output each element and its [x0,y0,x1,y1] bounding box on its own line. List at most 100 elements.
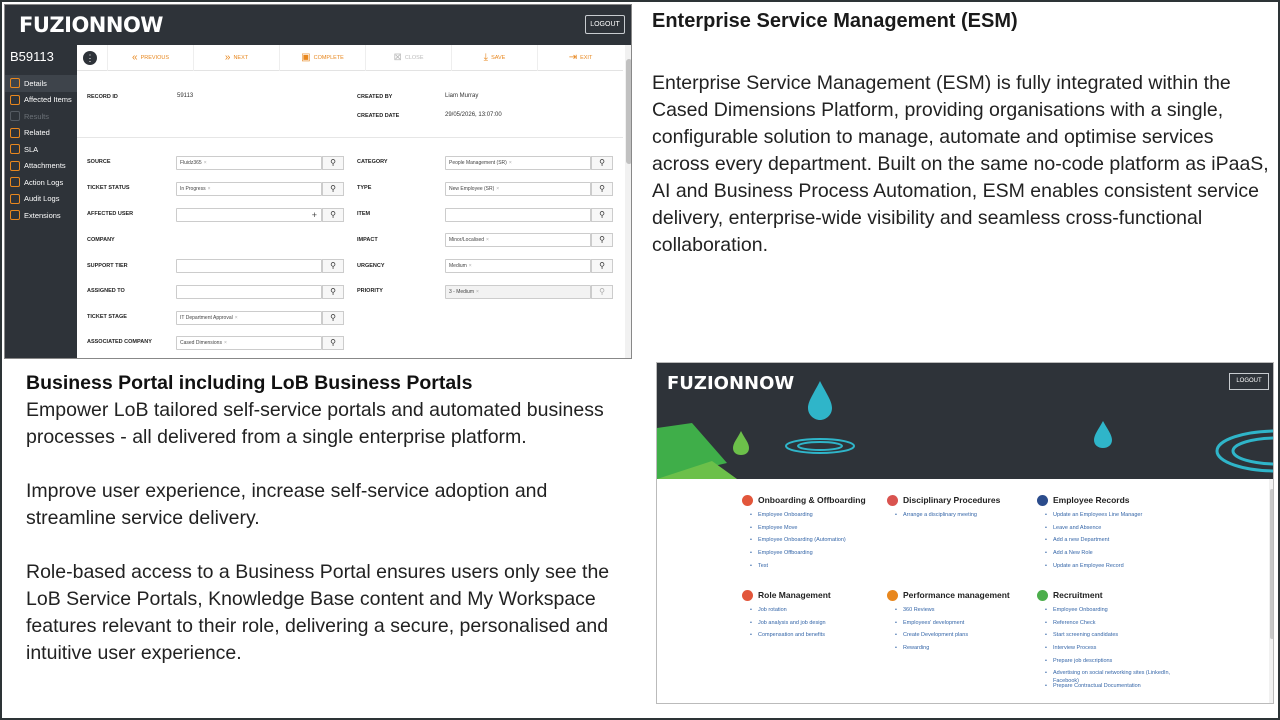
add-icon[interactable]: + [312,210,317,220]
category-link[interactable]: Employee Onboarding [1037,606,1187,619]
category-link[interactable]: Add a New Role [1037,549,1187,562]
type-field[interactable]: New Employee (SR) × [445,182,591,196]
category-link[interactable]: Leave and Absence [1037,524,1187,537]
scrollbar[interactable] [625,45,631,358]
created-by-label: CREATED BY [357,94,393,100]
business-portal-window: FUZIONNOW LOGOUT Onboarding & Offboardin… [656,362,1274,704]
sidebar-item-extensions[interactable]: Extensions [5,207,77,224]
source-search-button[interactable]: ⚲ [322,156,344,170]
sidebar-item-affected-items[interactable]: Affected Items [5,92,77,109]
category-links: Employee OnboardingEmployee MoveEmployee… [742,511,892,574]
category-link[interactable]: Rewarding [887,644,1037,657]
sidebar-item-attachments[interactable]: Attachments [5,158,77,175]
created-date-value: 29/05/2026, 13:07:00 [445,112,502,118]
portal-scrollbar[interactable] [1269,479,1273,703]
action-logs-icon [10,177,20,188]
category-link[interactable]: Reference Check [1037,619,1187,632]
logout-button[interactable]: LOGOUT [585,15,625,34]
affected-user-search-button[interactable]: ⚲ [322,208,344,222]
category-links: 360 ReviewsEmployees' developmentCreate … [887,606,1037,657]
sidebar-item-sla[interactable]: SLA [5,141,77,158]
support-tier-field[interactable] [176,259,322,273]
source-field[interactable]: Fluidz365 × [176,156,322,170]
sidebar-item-label: Details [24,78,47,88]
support-tier-search-button[interactable]: ⚲ [322,259,344,273]
category-link[interactable]: Interview Process [1037,644,1187,657]
urgency-search-button[interactable]: ⚲ [591,259,613,273]
category-link[interactable]: Start screening candidates [1037,631,1187,644]
ticket-stage-field[interactable]: IT Department Approval × [176,311,322,325]
ticket-stage-label: TICKET STAGE [87,314,127,320]
next-button[interactable]: » NEXT [193,44,279,71]
associated-company-field[interactable]: Cased Dimensions × [176,336,322,350]
category-link[interactable]: Job rotation [742,606,892,619]
ticket-status-field[interactable]: In Progress × [176,182,322,196]
sidebar-item-action-logs[interactable]: Action Logs [5,174,77,191]
category-title[interactable]: Disciplinary Procedures [887,493,1037,507]
category-link[interactable]: Job analysis and job design [742,619,892,632]
category-link[interactable]: Prepare job descriptions [1037,657,1187,670]
sidebar-item-results[interactable]: Results [5,108,77,125]
ticket-stage-search-button[interactable]: ⚲ [322,311,344,325]
category-title[interactable]: Recruitment [1037,588,1187,602]
category-link[interactable]: Advertising on social networking sites (… [1037,669,1187,684]
category-link[interactable]: Update an Employee Record [1037,562,1187,575]
portal-logout-button[interactable]: LOGOUT [1229,373,1269,390]
exit-button[interactable]: ⇥ EXIT [537,44,623,71]
close-button[interactable]: ⊠ CLOSE [365,44,451,71]
role-management-icon [742,589,753,601]
associated-company-search-button[interactable]: ⚲ [322,336,344,350]
item-search-button[interactable]: ⚲ [591,208,613,222]
audit-logs-icon [10,193,20,204]
impact-search-button[interactable]: ⚲ [591,233,613,247]
category-field[interactable]: People Management (SR) × [445,156,591,170]
category-title[interactable]: Employee Records [1037,493,1187,507]
download-icon: ⤓ [483,52,489,63]
affected-user-field[interactable]: + [176,208,322,222]
sidebar-item-details[interactable]: Details [5,75,77,92]
category-link[interactable]: Employee Move [742,524,892,537]
category-title[interactable]: Role Management [742,588,892,602]
priority-field[interactable]: 3 - Medium × [445,285,591,299]
record-id-label: RECORD ID [87,94,118,100]
assigned-to-field[interactable] [176,285,322,299]
priority-search-button[interactable]: ⚲ [591,285,613,299]
previous-button[interactable]: «PREVIOUS [107,44,193,71]
sidebar-item-audit-logs[interactable]: Audit Logs [5,191,77,208]
category-title[interactable]: Onboarding & Offboarding [742,493,892,507]
assigned-to-search-button[interactable]: ⚲ [322,285,344,299]
urgency-field[interactable]: Medium × [445,259,591,273]
save-button[interactable]: ⤓ SAVE [451,44,537,71]
category-link[interactable]: Add a new Department [1037,536,1187,549]
ticket-status-search-button[interactable]: ⚲ [322,182,344,196]
category-link[interactable]: Test [742,562,892,575]
item-label: ITEM [357,211,371,217]
category-link[interactable]: Create Development plans [887,631,1037,644]
category-link[interactable]: Update an Employees Line Manager [1037,511,1187,524]
portal-fuzionnow-logo: FUZIONNOW [667,373,795,394]
category-link[interactable]: Employee Offboarding [742,549,892,562]
created-by-value: Liam Murray [445,93,479,99]
impact-field[interactable]: Minor/Localised × [445,233,591,247]
category-link[interactable]: Employees' development [887,619,1037,632]
category-link[interactable]: Employee Onboarding (Automation) [742,536,892,549]
category-link[interactable]: Employee Onboarding [742,511,892,524]
fuzionnow-logo: FUZIONNOW [19,13,163,37]
sidebar-item-related[interactable]: Related [5,125,77,142]
category-link[interactable]: Prepare Contractual Documentation [1037,682,1187,695]
toolbar: ⋮ «PREVIOUS » NEXT ▣ COMPLETE ⊠ CLOSE ⤓ SAVE… [77,44,623,71]
type-search-button[interactable]: ⚲ [591,182,613,196]
scroll-thumb[interactable] [626,59,631,164]
category-link[interactable]: Arrange a disciplinary meeting [887,511,1037,524]
more-options-button[interactable]: ⋮ [83,50,97,65]
portal-scroll-thumb[interactable] [1270,489,1273,639]
category-search-button[interactable]: ⚲ [591,156,613,170]
recruitment-icon [1037,589,1048,601]
category-link[interactable]: 360 Reviews [887,606,1037,619]
item-field[interactable] [445,208,591,222]
results-icon [10,111,20,122]
complete-button[interactable]: ▣ COMPLETE [279,44,365,71]
category-link[interactable]: Compensation and benefits [742,631,892,644]
portal-description: Empower LoB tailored self-service portal… [26,397,636,667]
category-title[interactable]: Performance management [887,588,1037,602]
